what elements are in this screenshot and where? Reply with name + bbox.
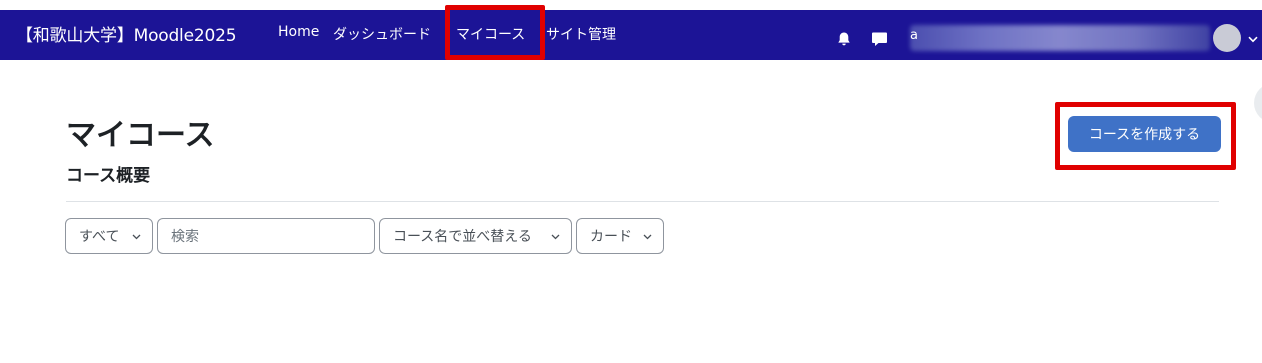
grouping-dropdown[interactable]: すべて	[65, 218, 153, 254]
sort-dropdown-label: コース名で並べ替える	[393, 229, 532, 245]
user-name-initial: a	[910, 28, 918, 43]
search-input-placeholder: 検索	[171, 229, 199, 245]
page-title: マイコース	[66, 118, 215, 153]
sort-dropdown[interactable]: コース名で並べ替える	[379, 218, 572, 254]
grouping-dropdown-label: すべて	[79, 229, 120, 245]
nav-dashboard[interactable]: ダッシュボード	[333, 24, 431, 44]
site-brand[interactable]: 【和歌山大学】Moodle2025	[16, 21, 237, 46]
nav-my-courses[interactable]: マイコース	[456, 24, 525, 44]
bell-icon[interactable]	[836, 31, 852, 47]
chevron-down-icon	[132, 234, 141, 240]
chevron-down-icon	[643, 234, 652, 240]
nav-home[interactable]: Home	[278, 24, 319, 40]
chevron-down-icon[interactable]	[1248, 36, 1258, 43]
section-title: コース概要	[66, 166, 151, 186]
chevron-down-icon	[551, 234, 560, 240]
view-dropdown-label: カード	[590, 229, 632, 245]
view-dropdown[interactable]: カード	[576, 218, 664, 254]
chat-icon[interactable]	[871, 31, 888, 47]
avatar[interactable]	[1213, 24, 1241, 52]
create-course-button[interactable]: コースを作成する	[1068, 116, 1221, 152]
nav-site-admin[interactable]: サイト管理	[546, 24, 616, 44]
divider	[66, 201, 1219, 202]
search-input[interactable]: 検索	[157, 218, 375, 254]
user-name-redacted[interactable]	[910, 25, 1210, 51]
top-navbar: 【和歌山大学】Moodle2025 Home ダッシュボード マイコース サイト…	[0, 10, 1262, 60]
drawer-toggle[interactable]	[1254, 83, 1262, 123]
